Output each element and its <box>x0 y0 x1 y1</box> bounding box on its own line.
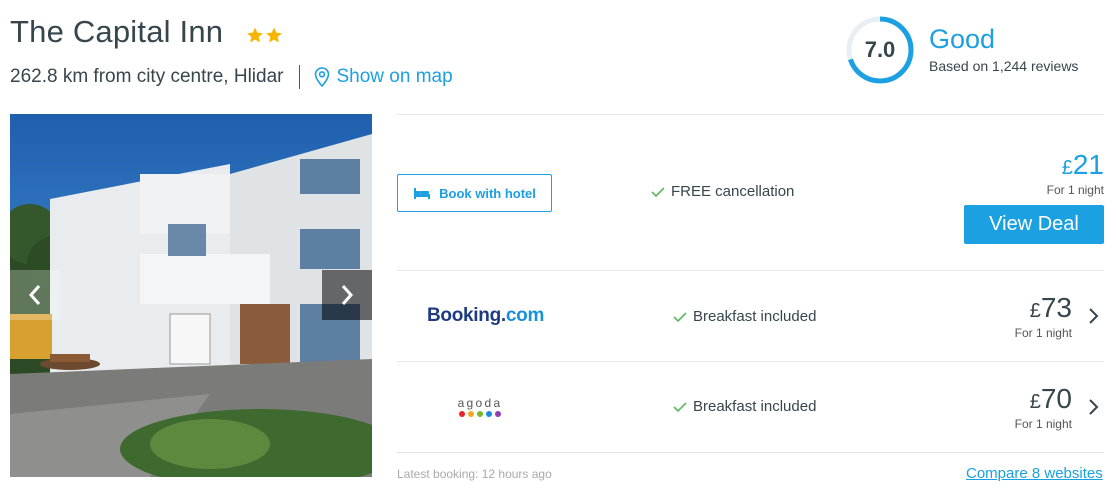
map-pin-icon <box>315 67 330 87</box>
chevron-right-icon[interactable] <box>1087 306 1101 326</box>
show-on-map-label: Show on map <box>336 66 453 87</box>
compare-websites-link[interactable]: Compare 8 websites <box>966 465 1103 482</box>
location-line: 262.8 km from city centre, Hlidar Show o… <box>10 65 453 89</box>
price-period: For 1 night <box>1014 417 1072 431</box>
hotel-name[interactable]: The Capital Inn <box>10 14 223 50</box>
hotel-building-image <box>10 114 372 477</box>
deal-price[interactable]: £70 For 1 night <box>1014 383 1072 432</box>
currency-symbol: £ <box>1061 157 1073 179</box>
currency-symbol: £ <box>1029 300 1041 322</box>
feature-label: Breakfast included <box>693 308 817 325</box>
feature-label: Breakfast included <box>693 398 817 415</box>
score-value: 7.0 <box>864 37 896 62</box>
book-with-hotel-button[interactable]: Book with hotel <box>397 174 552 212</box>
check-icon <box>673 311 687 322</box>
star-icon <box>247 27 263 43</box>
hotel-card: The Capital Inn 262.8 km from city centr… <box>0 0 1116 490</box>
chevron-right-icon[interactable] <box>1087 397 1101 417</box>
deal-feature: FREE cancellation <box>651 183 794 200</box>
show-on-map-link[interactable]: Show on map <box>314 66 453 88</box>
booking-com-logo[interactable]: Booking.com <box>427 305 544 327</box>
deal-price[interactable]: £73 For 1 night <box>1014 292 1072 341</box>
agoda-logo[interactable]: agoda <box>452 396 508 420</box>
star-rating <box>246 26 283 44</box>
hotel-photo[interactable] <box>10 114 372 477</box>
chevron-left-icon <box>28 285 41 305</box>
logo-main-text: Booking <box>427 305 501 326</box>
separator <box>397 452 1104 453</box>
price-value: 70 <box>1040 383 1072 414</box>
review-count[interactable]: Based on 1,244 reviews <box>929 58 1078 74</box>
score-ring: 7.0 <box>844 14 916 86</box>
view-deal-button[interactable]: View Deal <box>964 205 1104 244</box>
separator <box>397 114 1104 115</box>
feature-label: FREE cancellation <box>671 183 795 200</box>
divider <box>299 65 301 89</box>
deal-feature: Breakfast included <box>673 398 816 415</box>
book-with-hotel-label: Book with hotel <box>439 185 536 201</box>
deal-feature: Breakfast included <box>673 308 816 325</box>
gallery-prev-button[interactable] <box>10 270 60 320</box>
latest-booking-text: Latest booking: 12 hours ago <box>397 467 552 481</box>
separator <box>397 270 1104 271</box>
agoda-dots <box>452 411 508 417</box>
star-icon <box>266 27 282 43</box>
price-value: 21 <box>1072 149 1104 180</box>
rating-label[interactable]: Good <box>929 24 995 55</box>
currency-symbol: £ <box>1029 391 1041 413</box>
price-period: For 1 night <box>1046 183 1104 197</box>
chevron-right-icon <box>341 285 354 305</box>
distance-text: 262.8 km from city centre, Hlidar <box>10 66 284 87</box>
check-icon <box>673 401 687 412</box>
price-period: For 1 night <box>1014 326 1072 340</box>
gallery-next-button[interactable] <box>322 270 372 320</box>
price-value: 73 <box>1040 292 1072 323</box>
separator <box>397 361 1104 362</box>
deal-price: £21 For 1 night <box>1046 149 1104 198</box>
bed-icon <box>414 188 431 199</box>
logo-tld: com <box>505 305 545 326</box>
agoda-wordmark: agoda <box>457 396 503 410</box>
check-icon <box>651 186 665 197</box>
